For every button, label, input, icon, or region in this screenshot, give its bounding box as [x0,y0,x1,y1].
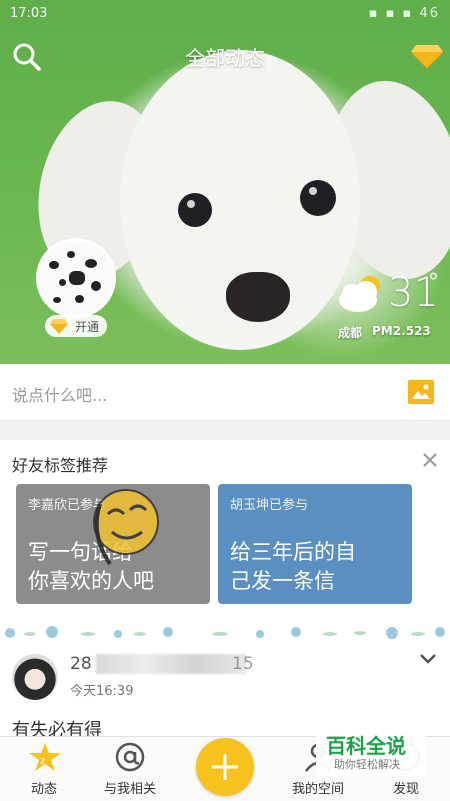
tab-label: 动态 [30,782,57,797]
avatar[interactable] [36,238,116,318]
weather-pm-label: PM2.5 [372,324,414,338]
tab-feed[interactable]: z 动态 [4,736,84,800]
weather-city: 成都 [338,326,363,340]
compose-input[interactable]: 说点什么吧... [12,382,107,406]
image-icon[interactable] [408,380,434,404]
card-prompt-line: 给三年后的自 [230,540,356,564]
tag-card[interactable]: 胡玉坤已参与 给三年后的自 己发一条信 [218,484,412,604]
status-time: 17:03 [10,6,48,21]
at-icon [115,742,145,772]
cloud-sun-icon[interactable] [336,272,386,314]
close-icon[interactable] [420,450,440,470]
feed-avatar[interactable] [12,654,58,700]
feed-timestamp: 今天16:39 [70,684,134,699]
smiley-sticker-icon [93,489,159,566]
weather-pm-value: 23 [414,324,431,338]
open-badge-label: 开通 [75,320,100,334]
status-bar: 17:03 ▪ ▪ ▪ 46 [0,0,450,28]
home-star-icon: z [29,743,61,771]
tab-label: 与我相关 [103,782,156,797]
diamond-icon [50,319,68,334]
dog-eye-right [300,180,336,216]
tab-label: 我的空间 [291,782,344,797]
card-prompt: 给三年后的自 己发一条信 [230,538,356,596]
compose-bar[interactable]: 说点什么吧... [0,364,450,421]
add-post-button[interactable] [196,738,254,796]
svg-text:z: z [40,756,45,767]
card-participant: 胡玉坤已参与 [230,498,309,513]
open-vip-badge[interactable]: 开通 [45,315,107,337]
status-indicators: ▪ ▪ ▪ 46 [368,6,440,21]
feed-username-suffix: 15 [232,654,254,674]
watermark-subtitle: 助你轻松解决 [334,758,400,771]
page-title: 全部动态 [185,46,265,70]
feed-username[interactable]: 28 [70,654,92,674]
section-title: 好友标签推荐 [12,456,109,475]
diamond-icon[interactable] [410,42,444,70]
dog-nose [226,272,290,322]
tab-mentions[interactable]: 与我相关 [90,736,170,800]
blurred-username [96,654,246,674]
plus-icon [212,754,238,780]
weather-degree-symbol: ° [428,270,439,295]
dog-eye-left [178,193,212,227]
chevron-down-icon[interactable] [418,652,438,666]
card-prompt-line: 己发一条信 [230,569,335,593]
watermark-logo: 百科全说 [326,734,406,758]
tab-label: 发现 [392,782,419,797]
